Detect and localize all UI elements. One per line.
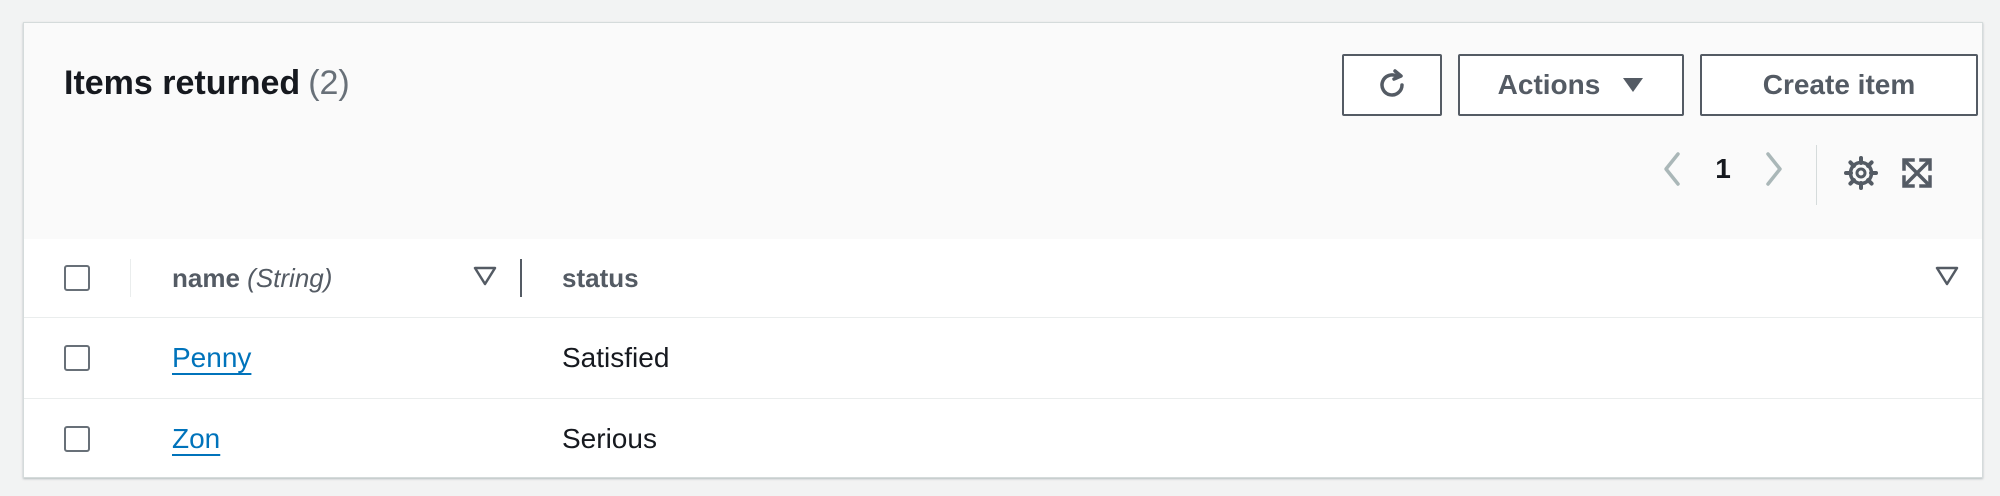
refresh-button[interactable]	[1342, 54, 1442, 116]
chevron-right-icon[interactable]	[1754, 141, 1794, 197]
current-page[interactable]: 1	[1692, 153, 1754, 185]
table-header: Items returned (2) Actions Create item 1	[24, 23, 1982, 240]
chevron-left-icon[interactable]	[1652, 141, 1692, 197]
table-row: Penny Satisfied	[24, 318, 1982, 399]
caret-down-icon	[1622, 77, 1644, 93]
column-type-label: (String)	[247, 263, 333, 293]
actions-dropdown-button[interactable]: Actions	[1458, 54, 1684, 116]
settings-gear-icon[interactable]	[1841, 153, 1881, 193]
create-item-button[interactable]: Create item	[1700, 54, 1978, 116]
item-count: (2)	[308, 64, 350, 102]
column-header-status[interactable]: status	[562, 263, 639, 294]
create-item-label: Create item	[1762, 69, 1916, 100]
table-row: Zon Serious	[24, 399, 1982, 479]
column-header-name[interactable]: name (String)	[172, 263, 332, 294]
actions-label: Actions	[1497, 69, 1601, 100]
item-status: Satisfied	[562, 342, 670, 373]
table-title-text: Items returned	[64, 64, 301, 102]
item-name-link[interactable]: Zon	[172, 423, 220, 455]
column-status-label: status	[562, 263, 639, 293]
item-name-link[interactable]: Penny	[172, 342, 251, 374]
sort-descending-icon[interactable]	[472, 263, 498, 289]
item-status: Serious	[562, 423, 657, 454]
column-separator	[130, 259, 131, 297]
fullscreen-expand-icon[interactable]	[1897, 153, 1937, 193]
refresh-icon	[1380, 69, 1404, 97]
table-column-headers: name (String) status	[24, 239, 1982, 318]
items-table-panel: Items returned(2) Actions Create item 1	[23, 22, 1983, 478]
select-all-checkbox[interactable]	[64, 265, 90, 291]
row-checkbox[interactable]	[64, 426, 90, 452]
column-resizer[interactable]	[520, 259, 522, 297]
table-title: Items returned (2)	[64, 63, 350, 104]
tools-divider	[1816, 145, 1817, 205]
row-checkbox[interactable]	[64, 345, 90, 371]
column-name-label: name	[172, 263, 240, 293]
pagination: 1	[1652, 141, 1794, 197]
sort-descending-icon[interactable]	[1934, 263, 1960, 289]
